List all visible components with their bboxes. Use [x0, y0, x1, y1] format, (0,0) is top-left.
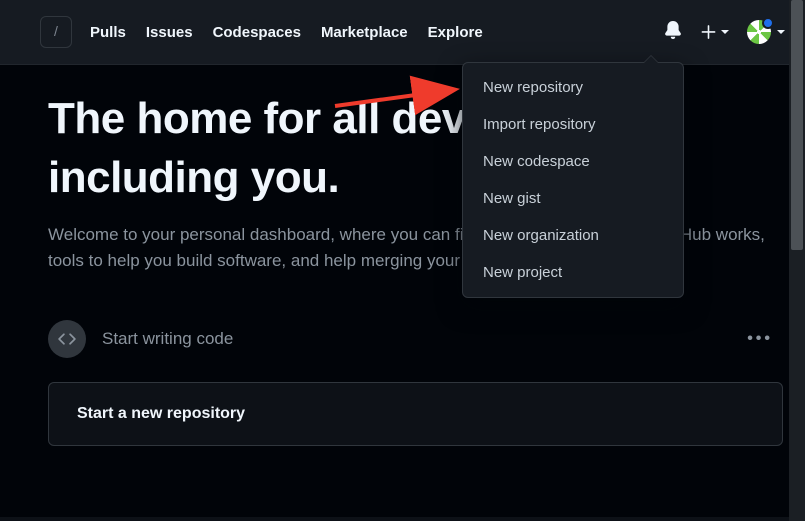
caret-down-icon: [777, 30, 785, 34]
global-header: / Pulls Issues Codespaces Marketplace Ex…: [0, 0, 805, 64]
scrollbar-thumb[interactable]: [791, 0, 803, 250]
menu-new-repository[interactable]: New repository: [463, 69, 683, 106]
notifications-icon[interactable]: [664, 21, 682, 44]
card-title: Start a new repository: [77, 405, 754, 423]
dashboard-content: The home for all developers — including …: [0, 64, 805, 517]
hero-title-line2: including you.: [48, 153, 339, 202]
slash-key-icon: /: [54, 24, 58, 38]
vertical-scrollbar[interactable]: [789, 0, 805, 521]
menu-new-project[interactable]: New project: [463, 254, 683, 291]
nav-marketplace[interactable]: Marketplace: [321, 24, 408, 41]
section-label: Start writing code: [102, 329, 233, 349]
menu-new-organization[interactable]: New organization: [463, 217, 683, 254]
unread-indicator-dot: [762, 17, 774, 29]
nav-codespaces[interactable]: Codespaces: [213, 24, 301, 41]
nav-issues[interactable]: Issues: [146, 24, 193, 41]
section-more-menu[interactable]: •••: [747, 330, 783, 348]
create-new-dropdown-trigger[interactable]: [700, 24, 729, 41]
search-jump-button[interactable]: /: [40, 16, 72, 48]
code-icon: [58, 330, 76, 348]
caret-down-icon: [721, 30, 729, 34]
user-menu-trigger[interactable]: [747, 20, 785, 44]
create-new-dropdown: New repository Import repository New cod…: [462, 62, 684, 298]
header-actions: [664, 20, 785, 44]
menu-new-codespace[interactable]: New codespace: [463, 143, 683, 180]
nav-explore[interactable]: Explore: [428, 24, 483, 41]
menu-import-repository[interactable]: Import repository: [463, 106, 683, 143]
plus-icon: [700, 24, 717, 41]
start-repo-card: Start a new repository: [48, 382, 783, 446]
section-header-row: Start writing code •••: [48, 320, 783, 358]
avatar: [747, 20, 771, 44]
code-icon-badge: [48, 320, 86, 358]
primary-nav: Pulls Issues Codespaces Marketplace Expl…: [90, 24, 483, 41]
nav-pulls[interactable]: Pulls: [90, 24, 126, 41]
menu-new-gist[interactable]: New gist: [463, 180, 683, 217]
